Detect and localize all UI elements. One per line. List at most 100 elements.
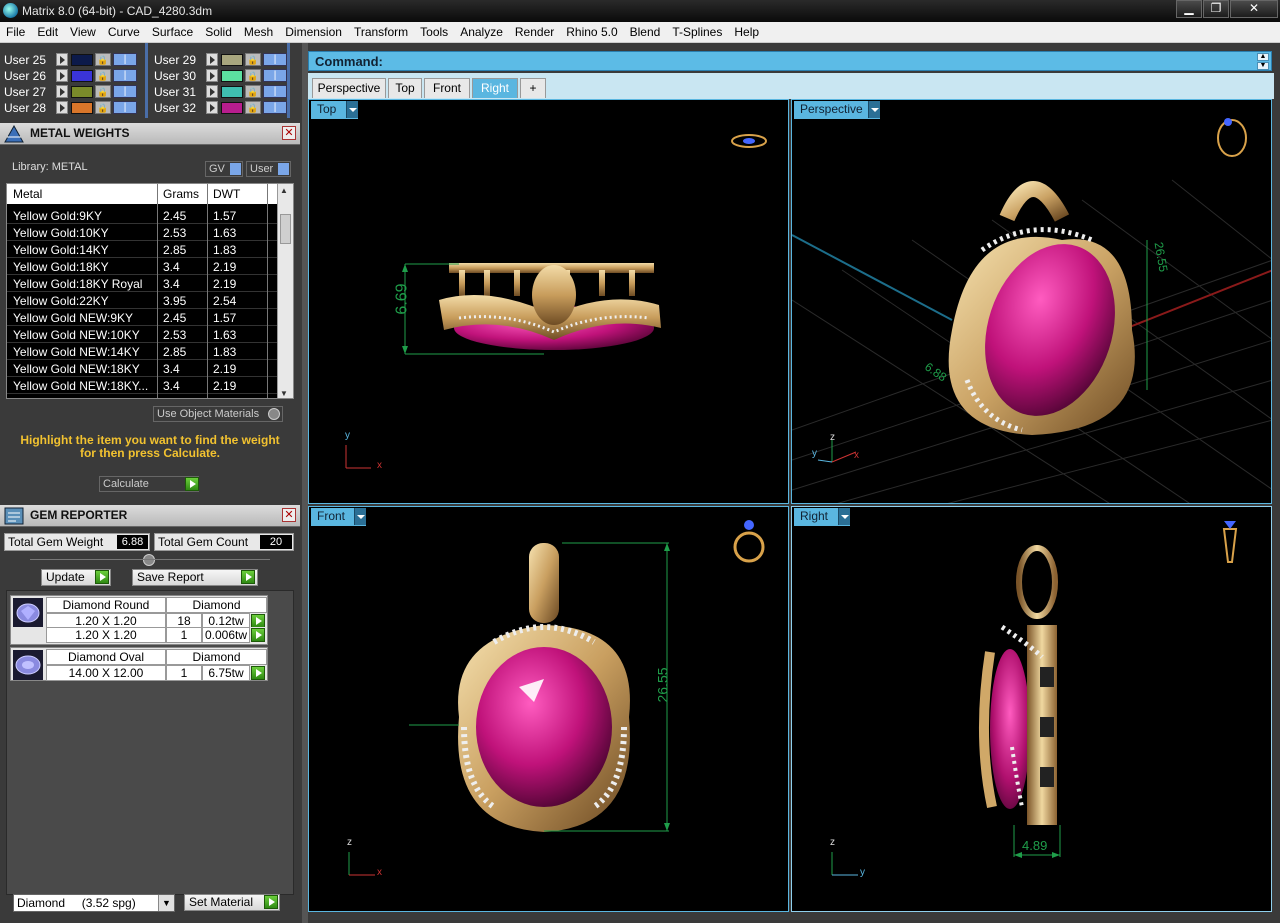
- layer-row[interactable]: User 29 🔒 |: [154, 52, 289, 68]
- gem-select-icon[interactable]: [251, 614, 265, 628]
- layer-expand-icon[interactable]: [56, 53, 68, 66]
- update-go-icon[interactable]: [95, 570, 109, 584]
- set-material-go-icon[interactable]: [264, 895, 278, 909]
- menu-view[interactable]: View: [64, 22, 102, 39]
- layer-color-swatch[interactable]: [221, 54, 243, 66]
- layer-row[interactable]: User 27 🔒 |: [4, 84, 139, 100]
- layer-expand-icon[interactable]: [56, 101, 68, 114]
- menu-help[interactable]: Help: [728, 22, 765, 39]
- col-grams[interactable]: Grams: [163, 187, 199, 201]
- metal-row[interactable]: Yellow Gold:10KY 2.53 1.63: [7, 224, 277, 241]
- layer-row[interactable]: User 26 🔒 |: [4, 68, 139, 84]
- scroll-thumb[interactable]: [280, 214, 291, 244]
- lock-icon[interactable]: 🔒: [245, 69, 261, 82]
- menu-file[interactable]: File: [0, 22, 31, 39]
- lock-icon[interactable]: 🔒: [95, 85, 111, 98]
- metal-row[interactable]: Yellow Gold:18KY Royal 3.4 2.19: [7, 275, 277, 292]
- gv-toggle[interactable]: GV: [205, 161, 243, 177]
- close-metal-weights-icon[interactable]: ✕: [282, 126, 296, 140]
- layer-visibility-toggle[interactable]: |: [263, 85, 287, 98]
- layer-row[interactable]: User 32 🔒 |: [154, 100, 289, 116]
- viewport-perspective[interactable]: Perspective 26.55 6.88 z y x: [791, 99, 1272, 504]
- calculate-button[interactable]: Calculate: [99, 476, 199, 492]
- metal-row[interactable]: Yellow Gold NEW:18KY 3.4 2.19: [7, 360, 277, 377]
- metal-table-scrollbar[interactable]: ▲ ▼: [277, 184, 293, 398]
- layer-expand-icon[interactable]: [56, 69, 68, 82]
- gem-group-round[interactable]: Diamond Round Diamond 1.20 X 1.20 18 0.1…: [10, 595, 268, 631]
- chevron-down-icon[interactable]: ▼: [158, 895, 174, 911]
- tab-top[interactable]: Top: [388, 78, 422, 98]
- layer-expand-icon[interactable]: [206, 53, 218, 66]
- use-object-materials-toggle[interactable]: Use Object Materials: [153, 406, 283, 422]
- scroll-up-icon[interactable]: ▲: [280, 186, 288, 195]
- metal-row[interactable]: Yellow Gold NEW:9KY 2.45 1.57: [7, 309, 277, 326]
- menu-tsplines[interactable]: T-Splines: [666, 22, 728, 39]
- material-select[interactable]: Diamond (3.52 spg) ▼: [13, 894, 175, 912]
- metal-weights-table[interactable]: Metal Grams DWT Yellow Gold:9KY 2.45 1.57 Y…: [6, 183, 294, 399]
- menu-analyze[interactable]: Analyze: [454, 22, 509, 39]
- layer-expand-icon[interactable]: [56, 85, 68, 98]
- layer-visibility-toggle[interactable]: |: [113, 101, 137, 114]
- layer-color-swatch[interactable]: [71, 54, 93, 66]
- layer-visibility-toggle[interactable]: |: [263, 69, 287, 82]
- layer-color-swatch[interactable]: [221, 70, 243, 82]
- tab-right[interactable]: Right: [472, 78, 518, 98]
- menu-solid[interactable]: Solid: [199, 22, 238, 39]
- viewport-right[interactable]: Right 4.89 z y: [791, 506, 1272, 912]
- user-toggle[interactable]: User: [246, 161, 291, 177]
- lock-icon[interactable]: 🔒: [95, 101, 111, 114]
- layer-color-swatch[interactable]: [71, 86, 93, 98]
- save-report-go-icon[interactable]: [241, 570, 255, 584]
- gem-select-icon[interactable]: [251, 628, 265, 642]
- layer-visibility-toggle[interactable]: |: [113, 85, 137, 98]
- viewport-front[interactable]: Front 26.55 z x: [308, 506, 789, 912]
- metal-row[interactable]: Yellow Gold:14KY 2.85 1.83: [7, 241, 277, 258]
- layer-color-swatch[interactable]: [71, 70, 93, 82]
- layer-visibility-toggle[interactable]: |: [263, 101, 287, 114]
- layer-expand-icon[interactable]: [206, 85, 218, 98]
- layer-expand-icon[interactable]: [206, 69, 218, 82]
- layer-expand-icon[interactable]: [206, 101, 218, 114]
- metal-row[interactable]: Yellow Gold NEW:14KY 2.85 1.83: [7, 343, 277, 360]
- menu-curve[interactable]: Curve: [102, 22, 146, 39]
- command-down-icon[interactable]: ▼: [1257, 62, 1269, 70]
- save-report-button[interactable]: Save Report: [132, 569, 258, 586]
- close-gem-reporter-icon[interactable]: ✕: [282, 508, 296, 522]
- calculate-go-icon[interactable]: [185, 477, 199, 491]
- lock-icon[interactable]: 🔒: [245, 101, 261, 114]
- close-window-button[interactable]: ✕: [1230, 0, 1278, 18]
- menu-edit[interactable]: Edit: [31, 22, 64, 39]
- layer-row[interactable]: User 28 🔒 |: [4, 100, 139, 116]
- layer-visibility-toggle[interactable]: |: [113, 69, 137, 82]
- lock-icon[interactable]: 🔒: [245, 85, 261, 98]
- tab-front[interactable]: Front: [424, 78, 470, 98]
- layer-row[interactable]: User 30 🔒 |: [154, 68, 289, 84]
- add-view-tab-icon[interactable]: +: [520, 78, 546, 98]
- gem-group-oval[interactable]: Diamond Oval Diamond 14.00 X 12.00 1 6.7…: [10, 647, 268, 681]
- tab-perspective[interactable]: Perspective: [312, 78, 386, 98]
- metal-row[interactable]: Yellow Gold:9KY 2.45 1.57: [7, 207, 277, 224]
- metal-row[interactable]: Yellow Gold:22KY 3.95 2.54: [7, 292, 277, 309]
- menu-render[interactable]: Render: [509, 22, 560, 39]
- menu-mesh[interactable]: Mesh: [238, 22, 279, 39]
- metal-row[interactable]: Yellow Gold NEW:18KY... 3.4 2.19: [7, 377, 277, 394]
- splitter-handle[interactable]: [143, 554, 155, 566]
- metal-row[interactable]: Yellow Gold:18KY 3.4 2.19: [7, 258, 277, 275]
- layer-row[interactable]: User 25 🔒 |: [4, 52, 139, 68]
- command-up-icon[interactable]: ▲: [1257, 53, 1269, 61]
- col-dwt[interactable]: DWT: [213, 187, 240, 201]
- metal-row[interactable]: Yellow Gold NEW:10KY 2.53 1.63: [7, 326, 277, 343]
- layer-visibility-toggle[interactable]: |: [113, 53, 137, 66]
- layer-visibility-toggle[interactable]: |: [263, 53, 287, 66]
- command-bar[interactable]: Command: ▲ ▼: [308, 51, 1272, 71]
- gem-group-round-row2[interactable]: 1.20 X 1.20 1 0.006tw: [10, 627, 268, 645]
- menu-rhino[interactable]: Rhino 5.0: [560, 22, 623, 39]
- col-metal[interactable]: Metal: [13, 187, 42, 201]
- gem-select-icon[interactable]: [251, 666, 265, 680]
- scroll-down-icon[interactable]: ▼: [280, 389, 288, 398]
- lock-icon[interactable]: 🔒: [245, 53, 261, 66]
- viewport-top[interactable]: Top 6.69 y x: [308, 99, 789, 504]
- layer-row[interactable]: User 31 🔒 |: [154, 84, 289, 100]
- lock-icon[interactable]: 🔒: [95, 53, 111, 66]
- lock-icon[interactable]: 🔒: [95, 69, 111, 82]
